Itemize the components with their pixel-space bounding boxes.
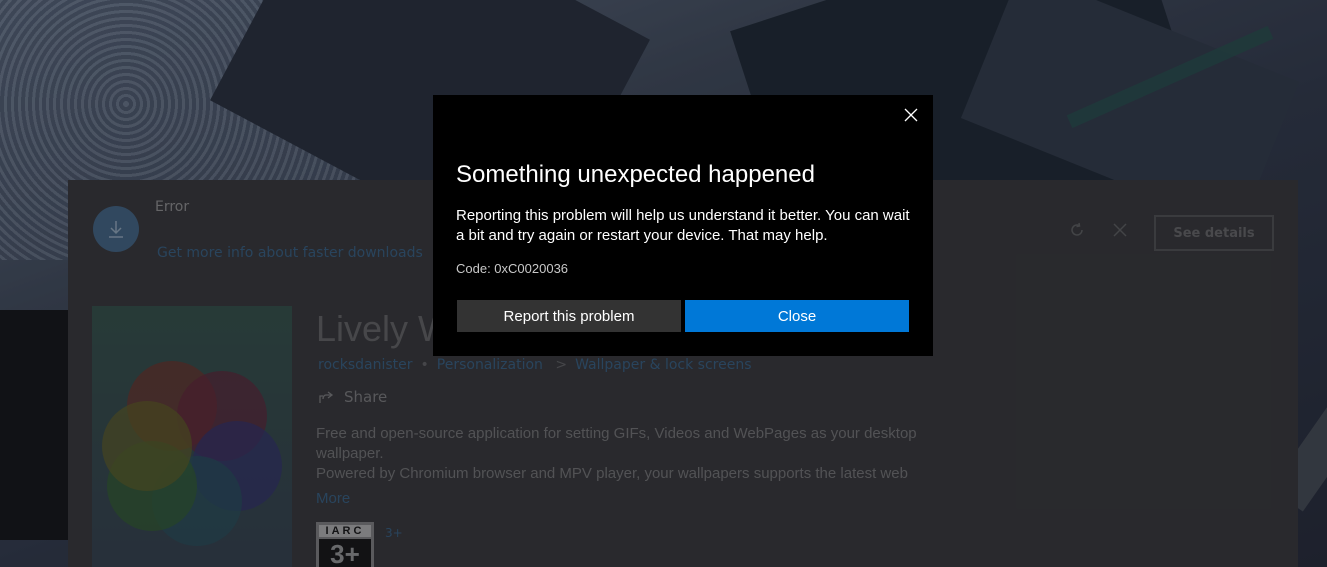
- dialog-title: Something unexpected happened: [456, 161, 815, 188]
- dialog-message: Reporting this problem will help us unde…: [456, 207, 910, 244]
- report-problem-button[interactable]: Report this problem: [457, 300, 681, 332]
- error-code: Code: 0xC0020036: [456, 261, 569, 276]
- close-icon[interactable]: [901, 105, 921, 125]
- error-dialog: Something unexpected happened Reporting …: [433, 95, 933, 356]
- close-button[interactable]: Close: [685, 300, 909, 332]
